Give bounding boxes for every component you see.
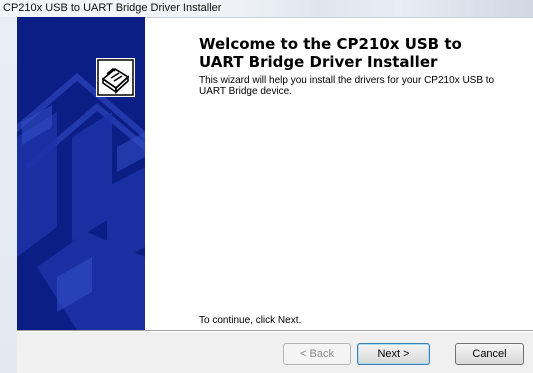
usb-device-icon bbox=[96, 58, 135, 97]
wizard-description: This wizard will help you install the dr… bbox=[199, 75, 495, 97]
window-frame-left bbox=[0, 17, 18, 373]
wizard-side-banner bbox=[17, 17, 145, 330]
back-button[interactable]: < Back bbox=[283, 343, 351, 365]
welcome-heading: Welcome to the CP210x USB to UART Bridge… bbox=[199, 35, 462, 71]
title-bar[interactable]: CP210x USB to UART Bridge Driver Install… bbox=[0, 0, 533, 18]
continue-hint: To continue, click Next. bbox=[199, 315, 302, 326]
next-button[interactable]: Next > bbox=[357, 343, 430, 365]
cancel-button[interactable]: Cancel bbox=[455, 343, 524, 365]
window-title: CP210x USB to UART Bridge Driver Install… bbox=[3, 2, 222, 14]
